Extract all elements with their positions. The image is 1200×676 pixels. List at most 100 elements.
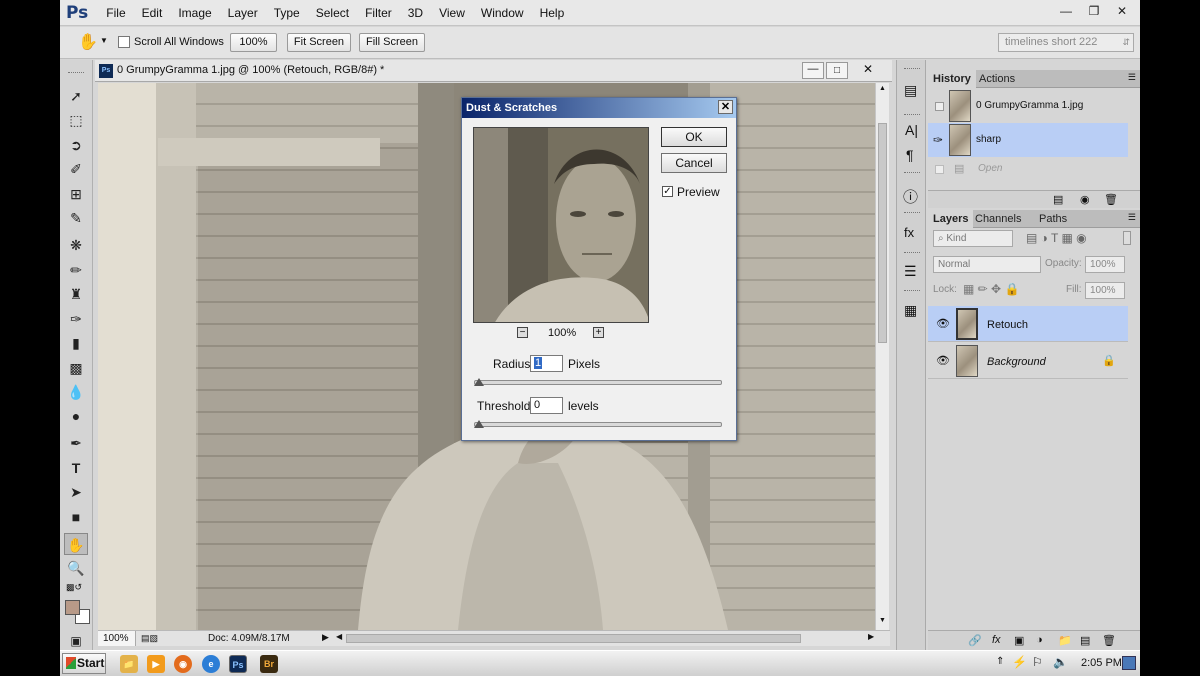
new-document-from-state-icon[interactable]: ▤	[1053, 193, 1063, 206]
clock[interactable]: 2:05 PM	[1081, 657, 1122, 669]
menu-window[interactable]: Window	[473, 6, 532, 20]
menu-help[interactable]: Help	[532, 6, 573, 20]
ok-button[interactable]: OK	[661, 127, 727, 147]
scroll-left-icon[interactable]: ◀	[336, 632, 342, 641]
scroll-all-windows-checkbox[interactable]	[118, 36, 130, 51]
menu-image[interactable]: Image	[170, 6, 219, 20]
filter-icons[interactable]: ▤ ◑ T ▦ ◉	[1026, 231, 1087, 245]
filter-toggle[interactable]	[1123, 231, 1131, 245]
history-source-checkbox[interactable]	[935, 165, 944, 174]
panel-menu-icon[interactable]: ☰	[1128, 72, 1136, 83]
status-icons[interactable]: ▤▧	[141, 633, 158, 644]
character-panel-icon[interactable]: A|	[905, 122, 918, 138]
zoom-100-button[interactable]: 100%	[230, 33, 277, 52]
document-tab[interactable]: Ps 0 GrumpyGramma 1.jpg @ 100% (Retouch,…	[95, 60, 892, 82]
vertical-scrollbar[interactable]: ▲ ▼	[875, 83, 889, 630]
fx-icon[interactable]: fx	[992, 634, 1001, 646]
tab-actions[interactable]: Actions	[974, 70, 1020, 88]
history-state-open[interactable]: ▤ Open	[928, 159, 1128, 179]
lasso-tool-icon[interactable]: ➲	[64, 134, 88, 156]
trash-icon[interactable]: 🗑	[1104, 193, 1118, 206]
quick-mask-icon[interactable]: ▣	[64, 630, 88, 652]
adjustments-panel-icon[interactable]: ☰	[904, 263, 917, 280]
filter-preview[interactable]	[473, 127, 649, 323]
minimize-button[interactable]: —	[1054, 2, 1078, 20]
lock-icons[interactable]: ▦ ✏ ✥ 🔒	[963, 282, 1019, 296]
history-snapshot[interactable]: 0 GrumpyGramma 1.jpg	[928, 89, 1128, 123]
menu-type[interactable]: Type	[266, 6, 308, 20]
chevron-down-icon[interactable]: ▼	[100, 36, 108, 45]
workspace-select[interactable]: timelines short 222 ⇵	[998, 33, 1134, 52]
eye-icon[interactable]: 👁	[936, 317, 950, 330]
doc-maximize-button[interactable]: □	[826, 62, 848, 79]
flag-icon[interactable]: ⚐	[1032, 655, 1043, 669]
threshold-input[interactable]: 0	[530, 397, 563, 414]
info-panel-icon[interactable]: ⓘ	[903, 186, 918, 207]
doc-minimize-button[interactable]: —	[802, 62, 824, 79]
trash-icon[interactable]: 🗑	[1102, 634, 1116, 647]
eye-icon[interactable]: 👁	[936, 354, 950, 367]
fill-screen-button[interactable]: Fill Screen	[359, 33, 425, 52]
history-brush-source-icon[interactable]: ✑	[933, 133, 943, 147]
close-button[interactable]: ✕	[1110, 2, 1134, 20]
tab-channels[interactable]: Channels	[970, 210, 1026, 228]
new-layer-icon[interactable]: ▤	[1080, 634, 1090, 647]
hand-tool-icon[interactable]: ✋	[78, 32, 98, 52]
clone-stamp-tool-icon[interactable]: ♜	[64, 283, 88, 305]
eyedropper-tool-icon[interactable]: ✎	[64, 207, 88, 229]
snapshot-source-checkbox[interactable]	[935, 102, 944, 111]
quick-select-tool-icon[interactable]: ✐	[64, 158, 88, 180]
explorer-icon[interactable]: 📁	[120, 655, 138, 673]
actions-panel-icon[interactable]: fx	[904, 225, 914, 240]
swatches-panel-icon[interactable]: ▦	[904, 302, 917, 319]
volume-icon[interactable]: 🔈	[1053, 655, 1068, 669]
dodge-tool-icon[interactable]: ●	[64, 405, 88, 427]
tab-layers[interactable]: Layers	[928, 210, 974, 228]
crop-tool-icon[interactable]: ⊞	[64, 183, 88, 205]
network-icon[interactable]: ⚡	[1012, 655, 1027, 669]
scroll-right-icon[interactable]: ▶	[868, 632, 874, 641]
menu-file[interactable]: File	[98, 6, 133, 20]
menu-3d[interactable]: 3D	[400, 6, 431, 20]
scroll-up-icon[interactable]: ▲	[879, 85, 886, 92]
default-colors-icon[interactable]: ▩↺	[66, 582, 82, 593]
tab-history[interactable]: History	[928, 70, 976, 88]
zoom-level[interactable]: 100%	[98, 631, 136, 646]
camera-icon[interactable]: ◉	[1080, 193, 1090, 206]
adjustment-layer-icon[interactable]: ◑	[1036, 634, 1043, 646]
radius-input[interactable]: 1	[530, 355, 563, 372]
menu-edit[interactable]: Edit	[134, 6, 171, 20]
radius-slider-thumb[interactable]	[474, 378, 484, 386]
history-panel-icon[interactable]: ▤	[904, 82, 917, 99]
dialog-close-button[interactable]: ✕	[718, 100, 733, 114]
pen-tool-icon[interactable]: ✒	[64, 432, 88, 454]
fill-field[interactable]: 100%	[1085, 282, 1125, 299]
brush-tool-icon[interactable]: ✏	[64, 259, 88, 281]
cancel-button[interactable]: Cancel	[661, 153, 727, 173]
eraser-tool-icon[interactable]: ▮	[64, 332, 88, 354]
threshold-slider[interactable]	[474, 422, 722, 427]
internet-explorer-icon[interactable]: e	[202, 655, 220, 673]
paragraph-panel-icon[interactable]: ¶	[906, 147, 914, 163]
radius-slider[interactable]	[474, 380, 722, 385]
dialog-title-bar[interactable]: Dust & Scratches	[462, 98, 736, 118]
kind-filter-select[interactable]: ⌕ Kind	[933, 230, 1013, 247]
gradient-tool-icon[interactable]: ▩	[64, 357, 88, 379]
firefox-icon[interactable]: ◉	[174, 655, 192, 673]
scroll-down-icon[interactable]: ▼	[879, 617, 886, 624]
move-tool-icon[interactable]: ➚	[64, 85, 88, 107]
zoom-tool-icon[interactable]: 🔍	[64, 557, 88, 579]
layer-retouch[interactable]: 👁 Retouch	[928, 306, 1128, 342]
photoshop-taskbar-icon[interactable]: Ps	[229, 655, 247, 673]
menu-filter[interactable]: Filter	[357, 6, 400, 20]
history-state-sharp[interactable]: ✑ sharp	[928, 123, 1128, 157]
tab-paths[interactable]: Paths	[1034, 210, 1072, 228]
hand-tool-icon[interactable]: ✋	[64, 533, 88, 555]
menu-layer[interactable]: Layer	[220, 6, 266, 20]
foreground-color-swatch[interactable]	[65, 600, 80, 615]
horizontal-scroll-thumb[interactable]	[346, 634, 801, 643]
show-desktop-button[interactable]	[1122, 656, 1136, 670]
layer-background[interactable]: 👁 Background 🔒	[928, 343, 1128, 379]
rectangle-tool-icon[interactable]: ■	[64, 506, 88, 528]
show-hidden-icons[interactable]: ⇑	[996, 656, 1004, 667]
